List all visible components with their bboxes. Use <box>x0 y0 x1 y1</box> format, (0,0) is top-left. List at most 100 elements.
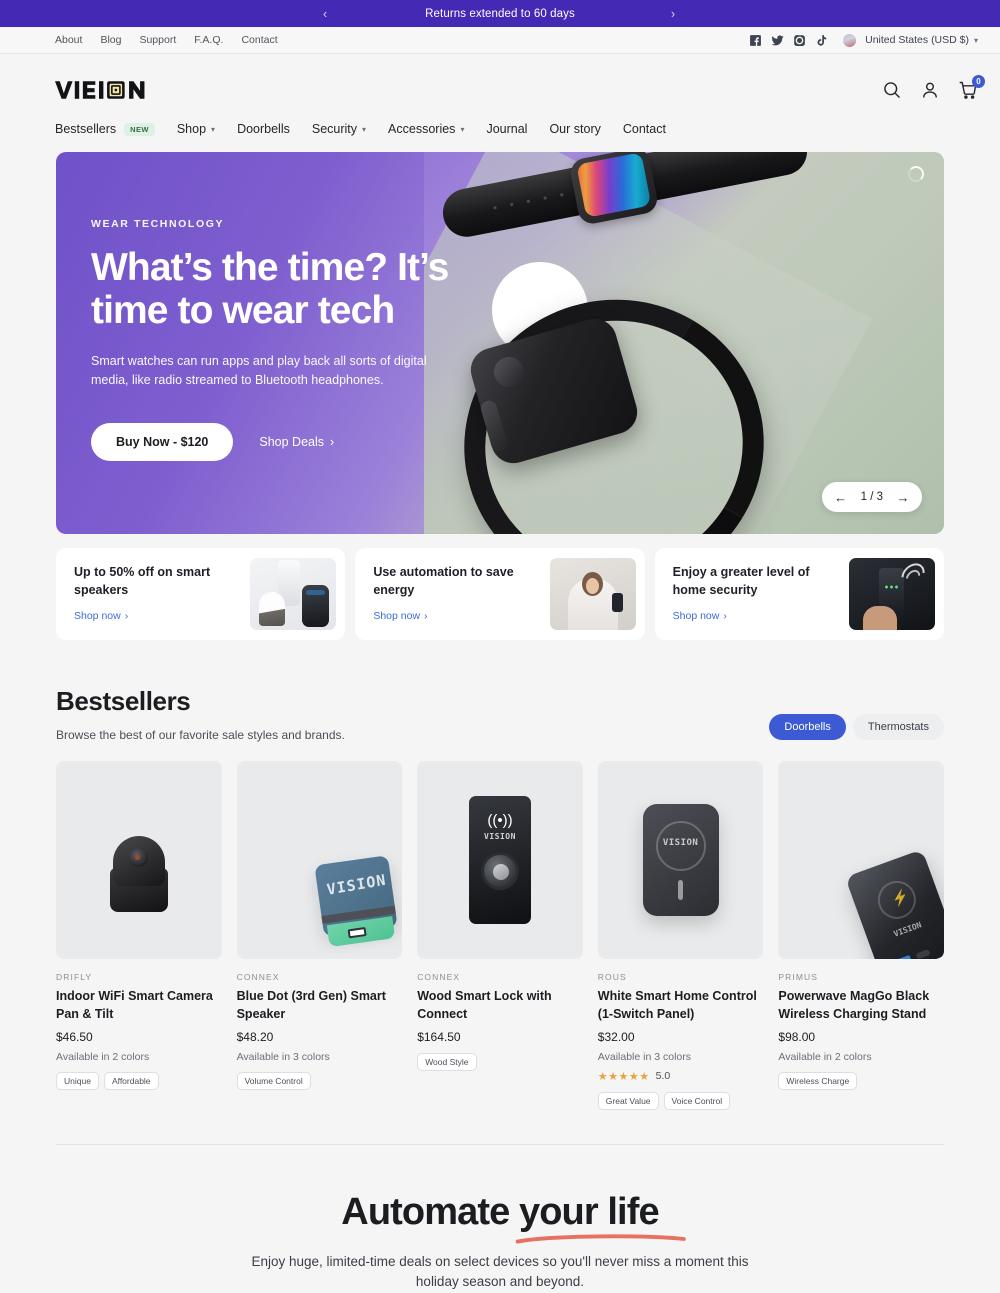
power-bank-photo[interactable]: ⚡ VISION <box>778 761 944 959</box>
filter-pill-doorbells[interactable]: Doorbells <box>769 714 845 740</box>
tiktok-icon[interactable] <box>815 34 828 47</box>
instagram-icon[interactable] <box>793 34 806 47</box>
product-name[interactable]: Indoor WiFi Smart Camera Pan & Tilt <box>56 988 222 1024</box>
product-price: $32.00 <box>598 1030 764 1044</box>
automate-title-highlight: your life <box>519 1191 659 1234</box>
header-icons: 0 <box>882 80 978 100</box>
automate-title-plain: Automate <box>341 1191 519 1233</box>
nav-item-doorbells[interactable]: Doorbells <box>237 122 290 136</box>
hero-next-button[interactable]: → <box>890 484 916 510</box>
announcement-prev-button[interactable]: ‹ <box>310 0 340 27</box>
utility-link-about[interactable]: About <box>55 34 82 46</box>
hero-banner: WEAR TECHNOLOGY What’s the time? It’s ti… <box>56 152 944 534</box>
announcement-next-button[interactable]: › <box>658 0 688 27</box>
product-grid: DRIFLY Indoor WiFi Smart Camera Pan & Ti… <box>56 761 944 1110</box>
product-name[interactable]: Wood Smart Lock with Connect <box>417 988 583 1024</box>
utility-right: United States (USD $) ▾ <box>749 34 978 47</box>
product-brand: CONNEX <box>417 972 583 982</box>
loading-spinner-icon <box>908 166 924 182</box>
home-security-photo <box>849 558 935 630</box>
nav-item-accessories[interactable]: Accessories ▾ <box>388 122 464 136</box>
promo-card-speakers[interactable]: Up to 50% off on smart speakers Shop now… <box>56 548 345 640</box>
nav-item-contact[interactable]: Contact <box>623 122 666 136</box>
utility-link-faq[interactable]: F.A.Q. <box>194 34 223 46</box>
utility-bar: About Blog Support F.A.Q. Contact United… <box>0 27 1000 54</box>
home-automation-photo <box>550 558 636 630</box>
product-tag: Great Value <box>598 1092 659 1110</box>
product-colors: Available in 3 colors <box>598 1051 764 1063</box>
utility-link-support[interactable]: Support <box>139 34 176 46</box>
product-card[interactable]: VISION CONNEX Blue Dot (3rd Gen) Smart S… <box>237 761 403 1110</box>
hero-title: What’s the time? It’s time to wear tech <box>91 247 491 333</box>
product-card[interactable]: VISION ROUS White Smart Home Control (1-… <box>598 761 764 1110</box>
hero-shop-deals-link[interactable]: Shop Deals › <box>259 435 334 449</box>
chevron-left-icon: ‹ <box>323 6 327 21</box>
locale-label: United States (USD $) <box>865 34 969 46</box>
facebook-icon[interactable] <box>749 34 762 47</box>
nav-item-our-story[interactable]: Our story <box>549 122 600 136</box>
promo-title: Use automation to save energy <box>373 564 523 600</box>
product-name[interactable]: Powerwave MagGo Black Wireless Charging … <box>778 988 944 1024</box>
product-tag: Voice Control <box>664 1092 731 1110</box>
chevron-down-icon: ▾ <box>211 125 215 134</box>
product-tags: Unique Affordable <box>56 1072 222 1090</box>
product-name[interactable]: White Smart Home Control (1-Switch Panel… <box>598 988 764 1024</box>
hero-shop-deals-label: Shop Deals <box>259 435 324 449</box>
hero-subtitle: Smart watches can run apps and play back… <box>91 352 456 391</box>
promo-shop-now-link[interactable]: Shop now › <box>74 610 128 622</box>
product-card[interactable]: ⚡ VISION PRIMUS Powerwave MagGo Black Wi… <box>778 761 944 1110</box>
promo-shop-now-link[interactable]: Shop now › <box>373 610 427 622</box>
nav-label-bestsellers: Bestsellers <box>55 122 116 136</box>
twitter-icon[interactable] <box>771 34 784 47</box>
chevron-down-icon: ▾ <box>362 125 366 134</box>
product-tags: Great Value Voice Control <box>598 1092 764 1110</box>
promo-title: Enjoy a greater level of home security <box>673 564 823 600</box>
product-price: $48.20 <box>237 1030 403 1044</box>
nav-label-doorbells: Doorbells <box>237 122 290 136</box>
smart-speakers-photo <box>250 558 336 630</box>
product-name[interactable]: Blue Dot (3rd Gen) Smart Speaker <box>237 988 403 1024</box>
nav-label-journal: Journal <box>486 122 527 136</box>
product-tag: Volume Control <box>237 1072 311 1090</box>
product-card[interactable]: ((•)) VISION CONNEX Wood Smart Lock with… <box>417 761 583 1110</box>
hero-copy: WEAR TECHNOLOGY What’s the time? It’s ti… <box>91 218 491 461</box>
account-icon[interactable] <box>920 80 940 100</box>
nav-label-contact: Contact <box>623 122 666 136</box>
product-colors: Available in 2 colors <box>778 1051 944 1063</box>
promo-card-security[interactable]: Enjoy a greater level of home security S… <box>655 548 944 640</box>
chevron-right-icon: › <box>424 610 428 622</box>
filter-pill-thermostats[interactable]: Thermostats <box>853 714 944 740</box>
indoor-camera-photo[interactable] <box>56 761 222 959</box>
blue-dot-speaker-photo[interactable]: VISION <box>237 761 403 959</box>
site-logo[interactable] <box>55 79 166 101</box>
promo-card-automation[interactable]: Use automation to save energy Shop now › <box>355 548 644 640</box>
hero-buy-now-button[interactable]: Buy Now - $120 <box>91 423 233 461</box>
product-card[interactable]: DRIFLY Indoor WiFi Smart Camera Pan & Ti… <box>56 761 222 1110</box>
product-tag: Unique <box>56 1072 99 1090</box>
bestsellers-header: Bestsellers Browse the best of our favor… <box>56 686 944 742</box>
nav-item-shop[interactable]: Shop ▾ <box>177 122 215 136</box>
nav-label-shop: Shop <box>177 122 206 136</box>
product-price: $46.50 <box>56 1030 222 1044</box>
promo-shop-now-link[interactable]: Shop now › <box>673 610 727 622</box>
nav-item-journal[interactable]: Journal <box>486 122 527 136</box>
hero-actions: Buy Now - $120 Shop Deals › <box>91 423 491 461</box>
utility-links: About Blog Support F.A.Q. Contact <box>55 34 278 46</box>
product-brand: DRIFLY <box>56 972 222 982</box>
automate-subtitle: Enjoy huge, limited-time deals on select… <box>240 1252 760 1293</box>
bestsellers-filters: Doorbells Thermostats <box>769 714 944 742</box>
hero-prev-button[interactable]: ← <box>828 484 854 510</box>
nav-item-bestsellers[interactable]: Bestsellers <box>55 122 116 136</box>
utility-link-contact[interactable]: Contact <box>241 34 277 46</box>
product-tags: Wood Style <box>417 1053 583 1071</box>
smart-home-control-photo[interactable]: VISION <box>598 761 764 959</box>
search-icon[interactable] <box>882 80 902 100</box>
product-tag: Wood Style <box>417 1053 476 1071</box>
announcement-text: Returns extended to 60 days <box>425 8 575 20</box>
cart-icon[interactable]: 0 <box>958 80 978 100</box>
utility-link-blog[interactable]: Blog <box>100 34 121 46</box>
smart-lock-photo[interactable]: ((•)) VISION <box>417 761 583 959</box>
chevron-right-icon: › <box>723 610 727 622</box>
locale-selector[interactable]: United States (USD $) ▾ <box>865 34 978 46</box>
nav-item-security[interactable]: Security ▾ <box>312 122 366 136</box>
